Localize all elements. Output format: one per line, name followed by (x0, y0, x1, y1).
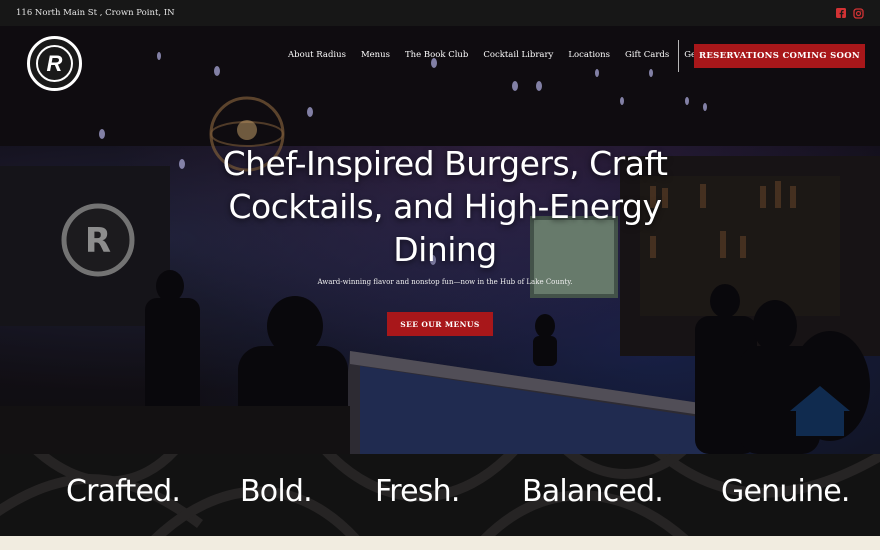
instagram-icon[interactable] (853, 7, 864, 19)
social-links (835, 7, 864, 19)
nav-about-radius[interactable]: About Radius (288, 50, 346, 60)
hero-subline: Award-winning flavor and nonstop fun—now… (317, 278, 573, 286)
pillar-balanced: Balanced. (522, 474, 664, 509)
values-strip: Crafted. Bold. Fresh. Balanced. Genuine. (0, 454, 880, 536)
nav-divider (678, 40, 679, 72)
logo-letter: R (36, 45, 73, 82)
facebook-icon[interactable] (835, 8, 846, 19)
reservations-button[interactable]: RESERVATIONS COMING SOON (694, 44, 865, 68)
nav-book-club[interactable]: The Book Club (405, 50, 468, 60)
hero-section: R R About Radius Menus The Book Club Coc… (0, 26, 880, 454)
hero-headline: Chef-Inspired Burgers, Craft Cocktails, … (222, 144, 668, 269)
pillar-bold: Bold. (240, 474, 313, 509)
top-info-bar: 116 North Main St , Crown Point, IN (0, 0, 880, 26)
nav-gift-cards[interactable]: Gift Cards (625, 50, 669, 60)
nav-locations[interactable]: Locations (568, 50, 610, 60)
pillar-genuine: Genuine. (721, 474, 850, 509)
radius-logo[interactable]: R (27, 36, 82, 91)
pillar-fresh: Fresh. (375, 474, 460, 509)
address-text: 116 North Main St , Crown Point, IN (16, 8, 175, 18)
main-nav: About Radius Menus The Book Club Cocktai… (288, 50, 755, 60)
see-our-menus-button[interactable]: SEE OUR MENUS (387, 312, 493, 336)
nav-cocktail-library[interactable]: Cocktail Library (483, 50, 553, 60)
nav-menus[interactable]: Menus (361, 50, 390, 60)
pillar-crafted: Crafted. (66, 474, 181, 509)
next-section-edge (0, 536, 880, 550)
